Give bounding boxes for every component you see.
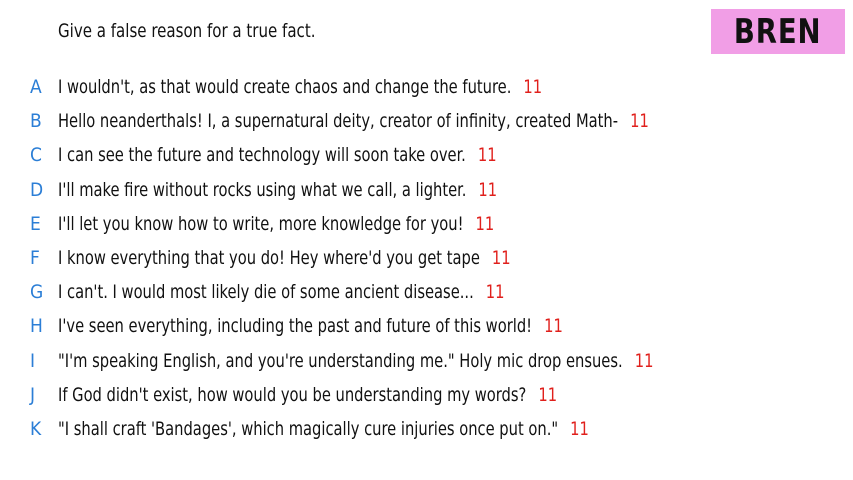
answer-body: Hello neanderthals! I, a supernatural de… [58, 110, 649, 132]
answer-body: I can't. I would most likely die of some… [58, 281, 505, 303]
answer-score: 11 [485, 281, 505, 304]
answer-text: I can't. I would most likely die of some… [58, 281, 474, 304]
answer-body: I'll let you know how to write, more kno… [58, 213, 494, 235]
answer-text: I know everything that you do! Hey where… [58, 247, 480, 270]
answer-text: I'll let you know how to write, more kno… [58, 212, 464, 235]
answer-body: "I shall craft 'Bandages', which magical… [58, 418, 589, 440]
answer-text: I wouldn't, as that would create chaos a… [58, 76, 512, 99]
answer-letter: G [30, 281, 44, 304]
player-name-badge: BREN [711, 9, 845, 54]
answer-score: 11 [491, 247, 511, 270]
answer-text: I'll make fire without rocks using what … [58, 178, 467, 201]
answer-row-h[interactable]: H I've seen everything, including the pa… [30, 309, 750, 343]
answer-row-g[interactable]: G I can't. I would most likely die of so… [30, 275, 750, 309]
answer-letter: C [30, 144, 42, 167]
answer-list: A I wouldn't, as that would create chaos… [30, 70, 750, 446]
answer-score: 11 [544, 315, 563, 338]
answer-row-f[interactable]: F I know everything that you do! Hey whe… [30, 241, 750, 275]
answer-body: I'll make fire without rocks using what … [58, 179, 497, 201]
answer-body: I know everything that you do! Hey where… [58, 247, 511, 269]
answer-row-k[interactable]: K "I shall craft 'Bandages', which magic… [30, 412, 750, 446]
answer-body: "I'm speaking English, and you're unders… [58, 350, 653, 372]
answer-letter: I [30, 349, 36, 372]
answer-letter: E [30, 212, 41, 235]
answer-letter: A [30, 76, 42, 99]
answer-row-a[interactable]: A I wouldn't, as that would create chaos… [30, 70, 750, 104]
answer-score: 11 [523, 76, 543, 99]
answer-row-e[interactable]: E I'll let you know how to write, more k… [30, 207, 750, 241]
answer-score: 11 [478, 178, 498, 201]
answer-row-b[interactable]: B Hello neanderthals! I, a supernatural … [30, 104, 750, 138]
answer-text: "I'm speaking English, and you're unders… [58, 349, 623, 372]
answer-text: If God didn't exist, how would you be un… [58, 383, 527, 406]
prompt-text: Give a false reason for a true fact. [58, 20, 316, 42]
answer-score: 11 [634, 349, 654, 372]
answer-body: I can see the future and technology will… [58, 144, 497, 166]
answer-text: I can see the future and technology will… [58, 144, 466, 167]
answer-score: 11 [538, 383, 558, 406]
answer-letter: D [30, 178, 44, 201]
answer-letter: K [30, 417, 42, 440]
answer-text: "I shall craft 'Bandages', which magical… [58, 417, 559, 440]
answer-letter: H [30, 315, 43, 338]
answer-score: 11 [630, 110, 649, 133]
answer-body: I've seen everything, including the past… [58, 315, 563, 337]
answer-score: 11 [477, 144, 497, 167]
answer-score: 11 [570, 417, 589, 440]
answer-body: If God didn't exist, how would you be un… [58, 384, 557, 406]
answer-text: Hello neanderthals! I, a supernatural de… [58, 110, 619, 133]
answer-row-j[interactable]: J If God didn't exist, how would you be … [30, 378, 750, 412]
answer-letter: J [30, 383, 36, 406]
answer-text: I've seen everything, including the past… [58, 315, 533, 338]
answer-row-i[interactable]: I "I'm speaking English, and you're unde… [30, 344, 750, 378]
answer-body: I wouldn't, as that would create chaos a… [58, 76, 542, 98]
answer-row-c[interactable]: C I can see the future and technology wi… [30, 138, 750, 172]
answer-row-d[interactable]: D I'll make fire without rocks using wha… [30, 173, 750, 207]
answer-letter: B [30, 110, 42, 133]
answer-score: 11 [475, 212, 495, 235]
player-name: BREN [734, 11, 822, 52]
answer-letter: F [30, 247, 40, 270]
